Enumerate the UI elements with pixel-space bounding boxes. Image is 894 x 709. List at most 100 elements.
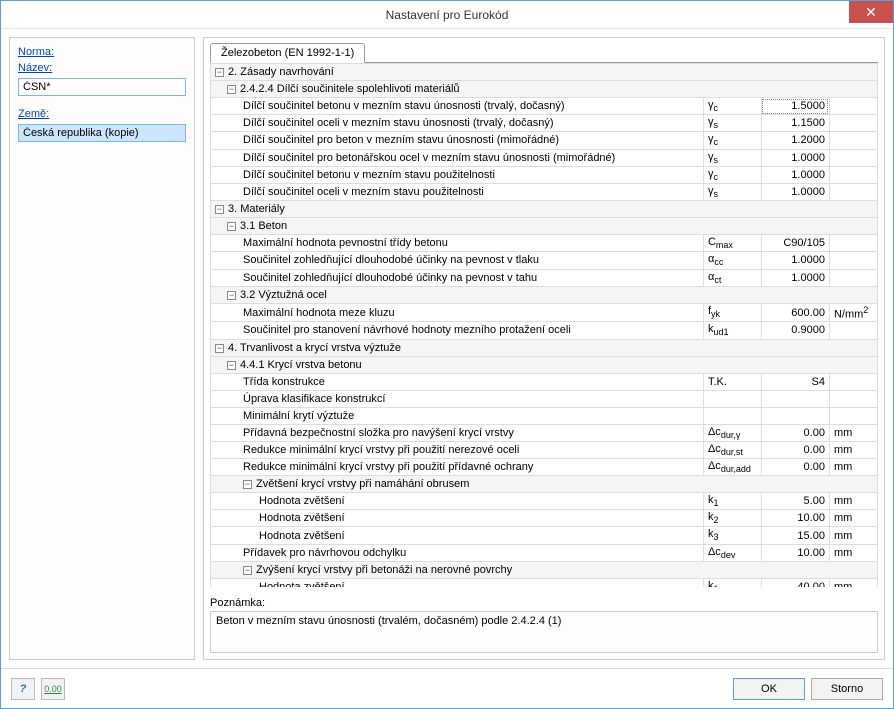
param-symbol: k3 [703,527,761,544]
table-row[interactable]: Maximální hodnota meze kluzufyk600.00N/m… [211,303,878,322]
param-value[interactable]: 5.00 [761,493,829,510]
param-label: Maximální hodnota meze kluzu [211,303,704,322]
table-row[interactable]: Dílčí součinitel oceli v mezním stavu ún… [211,115,878,132]
param-symbol: αcc [703,252,761,269]
expander-icon[interactable]: − [227,85,236,94]
expander-icon[interactable]: − [243,566,252,575]
param-value[interactable]: 0.00 [761,458,829,475]
expander-icon[interactable]: − [215,344,224,353]
expander-icon[interactable]: − [215,205,224,214]
tab-concrete[interactable]: Železobeton (EN 1992-1-1) [210,43,365,63]
param-value[interactable]: 1.0000 [761,166,829,183]
group-row[interactable]: −Zvýšení krycí vrstvy při betonáži na ne… [211,561,878,578]
group-label: Zvětšení krycí vrstvy při namáhání obrus… [256,478,469,490]
table-row[interactable]: Redukce minimální krycí vrstvy při použi… [211,441,878,458]
param-value[interactable]: 1.1500 [761,115,829,132]
expander-icon[interactable]: − [227,222,236,231]
table-row[interactable]: Dílčí součinitel oceli v mezním stavu po… [211,183,878,200]
table-row[interactable]: Úprava klasifikace konstrukcí [211,390,878,407]
param-value[interactable]: 0.9000 [761,322,829,339]
table-row[interactable]: Přídavná bezpečnostní složka pro navýšen… [211,424,878,441]
param-value[interactable]: 10.00 [761,544,829,561]
param-value[interactable]: 10.00 [761,510,829,527]
param-value[interactable]: 600.00 [761,303,829,322]
param-value[interactable]: 1.0000 [761,252,829,269]
close-icon: ✕ [865,4,877,21]
table-row[interactable]: Hodnota zvětšeník15.00mm [211,493,878,510]
group-row[interactable]: −Zvětšení krycí vrstvy při namáhání obru… [211,476,878,493]
table-row[interactable]: Hodnota zvětšeník210.00mm [211,510,878,527]
titlebar: Nastavení pro Eurokód ✕ [1,1,893,29]
param-value[interactable]: 1.0000 [761,149,829,166]
group-row[interactable]: −2.4.2.4 Dílčí součinitele spolehlivoti … [211,81,878,98]
table-row[interactable]: Přídavek pro návrhovou odchylkuΔcdev10.0… [211,544,878,561]
group-row[interactable]: −3. Materiály [211,201,878,218]
param-unit [829,98,877,115]
help-button[interactable]: ? [11,678,35,700]
param-symbol: T.K. [703,373,761,390]
param-value[interactable]: 15.00 [761,527,829,544]
note-label: Poznámka: [210,597,878,609]
expander-icon[interactable]: − [243,480,252,489]
param-unit [829,269,877,286]
close-button[interactable]: ✕ [849,1,893,23]
table-row[interactable]: Maximální hodnota pevnostní třídy betonu… [211,235,878,252]
param-label: Součinitel zohledňující dlouhodobé účink… [211,269,704,286]
param-value[interactable] [761,390,829,407]
ok-button[interactable]: OK [733,678,805,700]
footer: ? 0.00 OK Storno [1,668,893,708]
param-symbol: αct [703,269,761,286]
param-symbol: γc [703,166,761,183]
nazev-input[interactable] [18,78,186,96]
param-label: Redukce minimální krycí vrstvy při použi… [211,441,704,458]
param-value[interactable]: 1.5000 [761,98,829,115]
tab-strip: Železobeton (EN 1992-1-1) [204,38,884,62]
group-row[interactable]: −2. Zásady navrhování [211,64,878,81]
param-value[interactable]: 40.00 [761,578,829,587]
right-panel: Železobeton (EN 1992-1-1) −2. Zásady nav… [203,37,885,660]
table-row[interactable]: Dílčí součinitel betonu v mezním stavu ú… [211,98,878,115]
group-row[interactable]: −3.1 Beton [211,218,878,235]
zeme-label[interactable]: Země: [18,108,186,120]
table-row[interactable]: Hodnota zvětšeník315.00mm [211,527,878,544]
param-value[interactable]: 0.00 [761,424,829,441]
units-button[interactable]: 0.00 [41,678,65,700]
table-row[interactable]: Minimální krytí výztuže [211,407,878,424]
param-value[interactable]: 0.00 [761,441,829,458]
param-symbol: γc [703,132,761,149]
tree-scroll[interactable]: −2. Zásady navrhování−2.4.2.4 Dílčí souč… [210,63,878,587]
table-row[interactable]: Součinitel zohledňující dlouhodobé účink… [211,252,878,269]
zeme-select[interactable] [18,124,186,142]
param-label: Třída konstrukce [211,373,704,390]
table-row[interactable]: Redukce minimální krycí vrstvy při použi… [211,458,878,475]
group-row[interactable]: −4. Trvanlivost a krycí vrstva výztuže [211,339,878,356]
table-row[interactable]: Součinitel pro stanovení návrhové hodnot… [211,322,878,339]
param-symbol: γs [703,115,761,132]
param-value[interactable]: C90/105 [761,235,829,252]
table-row[interactable]: Třída konstrukceT.K.S4 [211,373,878,390]
param-value[interactable]: 1.2000 [761,132,829,149]
expander-icon[interactable]: − [227,361,236,370]
table-row[interactable]: Dílčí součinitel pro beton v mezním stav… [211,132,878,149]
group-label: 2.4.2.4 Dílčí součinitele spolehlivoti m… [240,83,460,95]
param-symbol: Δcdur,γ [703,424,761,441]
param-value[interactable]: 1.0000 [761,183,829,200]
group-row[interactable]: −4.4.1 Krycí vrstva betonu [211,356,878,373]
expander-icon[interactable]: − [227,291,236,300]
table-row[interactable]: Dílčí součinitel pro betonářskou ocel v … [211,149,878,166]
group-row[interactable]: −3.2 Výztužná ocel [211,286,878,303]
cancel-button[interactable]: Storno [811,678,883,700]
param-value[interactable]: S4 [761,373,829,390]
expander-icon[interactable]: − [215,68,224,77]
param-value[interactable] [761,407,829,424]
param-unit: mm [829,424,877,441]
dialog-window: Nastavení pro Eurokód ✕ Norma: Název: Ze… [0,0,894,709]
param-label: Přídavná bezpečnostní složka pro navýšen… [211,424,704,441]
param-label: Součinitel pro stanovení návrhové hodnot… [211,322,704,339]
table-row[interactable]: Hodnota zvětšeník140.00mm [211,578,878,587]
table-row[interactable]: Součinitel zohledňující dlouhodobé účink… [211,269,878,286]
nazev-label[interactable]: Název: [18,62,186,74]
norma-label[interactable]: Norma: [18,46,186,58]
param-value[interactable]: 1.0000 [761,269,829,286]
table-row[interactable]: Dílčí součinitel betonu v mezním stavu p… [211,166,878,183]
